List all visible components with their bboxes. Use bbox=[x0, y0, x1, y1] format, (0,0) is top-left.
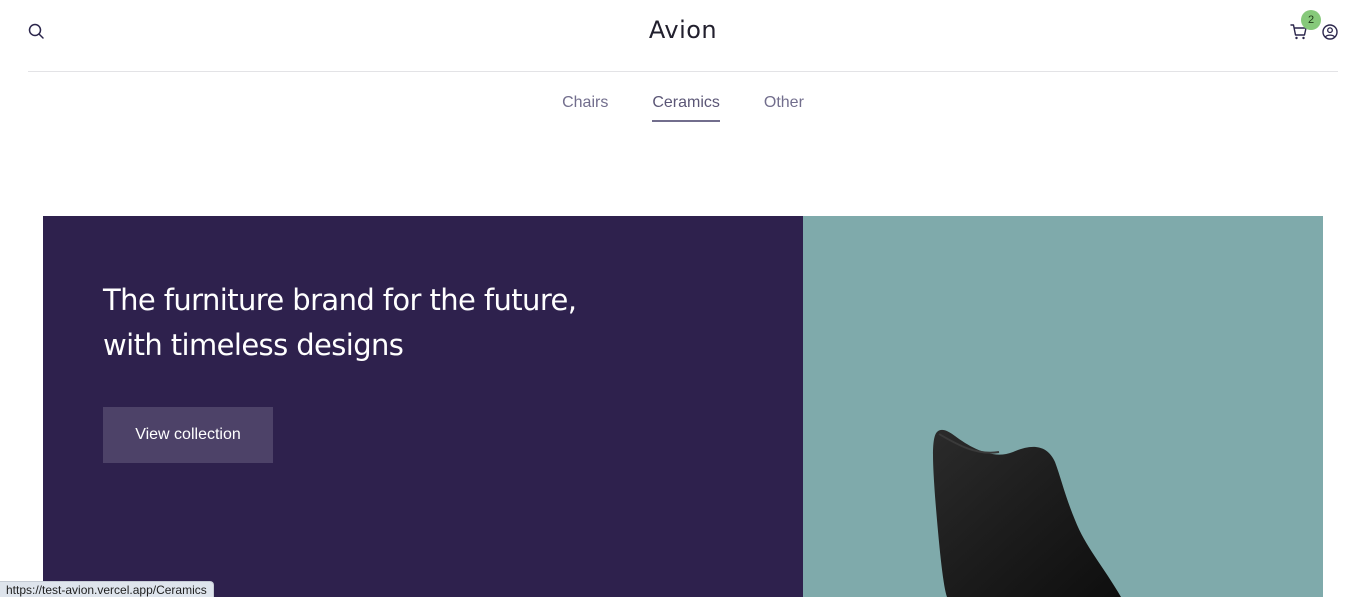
category-nav: Chairs Ceramics Other bbox=[0, 94, 1366, 122]
site-header: Avion 2 bbox=[0, 0, 1366, 72]
hero-banner: The furniture brand for the future, with… bbox=[43, 216, 1323, 597]
header-divider bbox=[28, 71, 1338, 72]
brand-logo[interactable]: Avion bbox=[0, 16, 1366, 44]
chair-image bbox=[933, 429, 1121, 597]
nav-chairs[interactable]: Chairs bbox=[562, 94, 608, 122]
status-bar-url: https://test-avion.vercel.app/Ceramics bbox=[0, 581, 214, 597]
cart-count-badge: 2 bbox=[1301, 10, 1321, 30]
hero-title: The furniture brand for the future, with… bbox=[103, 283, 577, 362]
nav-other[interactable]: Other bbox=[764, 94, 804, 122]
view-collection-button[interactable]: View collection bbox=[103, 407, 273, 463]
hero-text-panel: The furniture brand for the future, with… bbox=[43, 216, 803, 597]
nav-ceramics[interactable]: Ceramics bbox=[652, 94, 720, 122]
hero-image-panel bbox=[803, 216, 1323, 597]
user-icon[interactable] bbox=[1321, 23, 1339, 41]
